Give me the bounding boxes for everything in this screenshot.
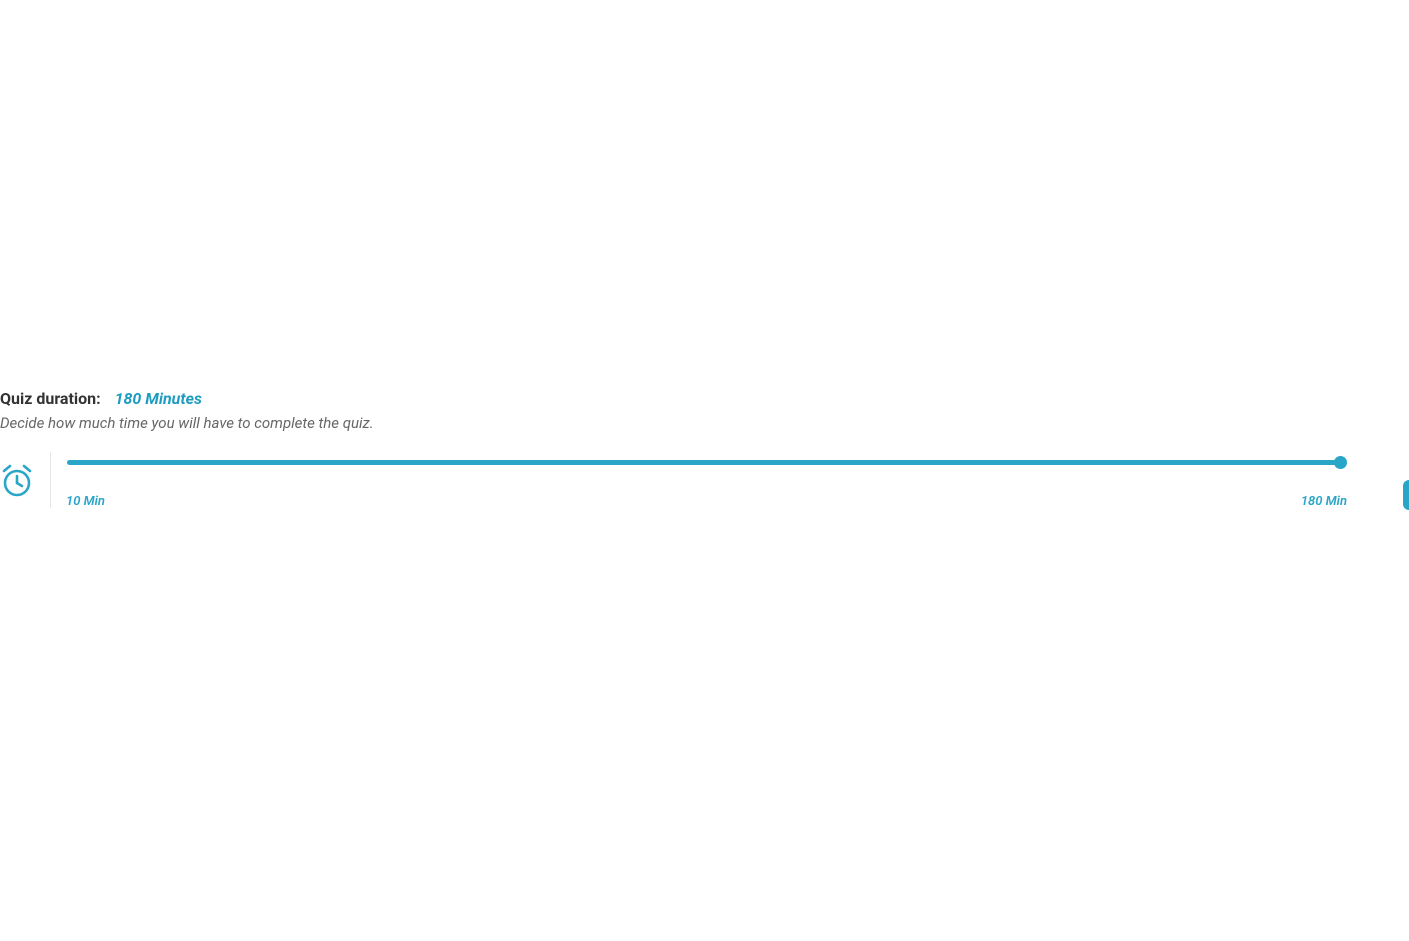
- quiz-duration-section: Quiz duration: 180 Minutes Decide how mu…: [0, 389, 1409, 432]
- quiz-duration-value: 180 Minutes: [115, 389, 202, 408]
- quiz-duration-label: Quiz duration:: [0, 389, 101, 408]
- quiz-duration-header: Quiz duration: 180 Minutes: [0, 389, 1409, 410]
- duration-slider-track[interactable]: [67, 460, 1342, 465]
- duration-slider-handle[interactable]: [1334, 456, 1347, 469]
- duration-slider-min-label: 10 Min: [66, 494, 105, 509]
- slider-divider: [50, 452, 51, 508]
- slider-tooltip-edge: [1403, 480, 1409, 510]
- duration-slider-max-label: 180 Min: [1301, 494, 1347, 509]
- alarm-clock-icon: [0, 464, 34, 498]
- duration-slider-block: 10 Min 180 Min: [0, 450, 1409, 510]
- quiz-duration-subtext: Decide how much time you will have to co…: [0, 414, 1409, 432]
